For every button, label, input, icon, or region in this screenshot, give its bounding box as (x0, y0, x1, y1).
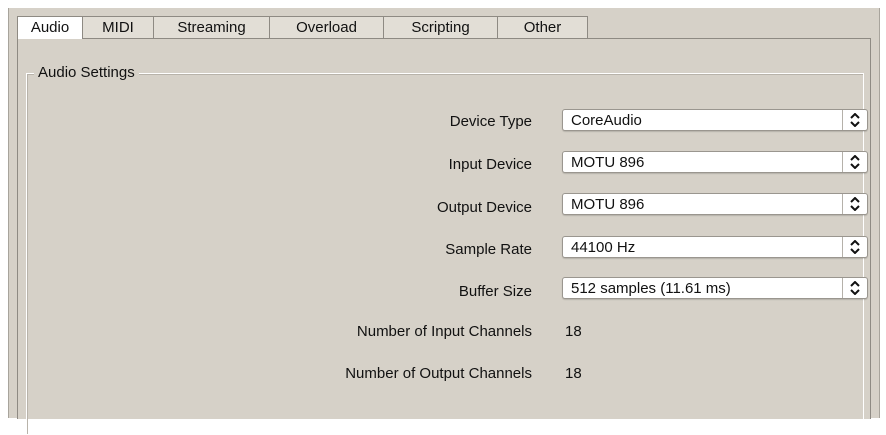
up-down-chevron-icon (842, 237, 867, 257)
tab-scripting[interactable]: Scripting (384, 17, 498, 40)
tab-midi[interactable]: MIDI (83, 17, 154, 40)
input-device-value: MOTU 896 (571, 154, 645, 171)
buffer-size-value: 512 samples (11.61 ms) (571, 280, 731, 297)
tab-streaming[interactable]: Streaming (154, 17, 270, 40)
output-device-value: MOTU 896 (571, 196, 645, 213)
audio-panel: Audio Settings Device Type CoreAudio Inp… (17, 39, 871, 435)
up-down-chevron-icon (842, 152, 867, 172)
input-channels-label: Number of Input Channels (356, 323, 532, 340)
tabs: Audio MIDI Streaming Overload Scripting … (17, 16, 588, 40)
sample-rate-value: 44100 Hz (571, 239, 636, 256)
output-device-label: Output Device (436, 199, 532, 216)
tab-overload[interactable]: Overload (270, 17, 384, 40)
up-down-chevron-icon (842, 278, 867, 298)
input-device-label: Input Device (448, 156, 532, 173)
sample-rate-label: Sample Rate (445, 241, 532, 258)
up-down-chevron-icon (842, 194, 867, 214)
up-down-chevron-icon (842, 110, 867, 130)
device-type-value: CoreAudio (571, 112, 642, 129)
group-title: Audio Settings (34, 64, 139, 81)
tab-audio[interactable]: Audio (18, 17, 83, 40)
sample-rate-select[interactable]: 44100 Hz (562, 236, 868, 258)
output-channels-value: 18 (565, 365, 582, 382)
input-device-select[interactable]: MOTU 896 (562, 151, 868, 173)
settings-window: Audio MIDI Streaming Overload Scripting … (8, 8, 880, 435)
tab-other[interactable]: Other (498, 17, 588, 40)
input-channels-value: 18 (565, 323, 582, 340)
output-channels-label: Number of Output Channels (345, 365, 532, 382)
buffer-size-label: Buffer Size (458, 283, 532, 300)
tab-bar: Audio MIDI Streaming Overload Scripting … (9, 8, 879, 40)
device-type-select[interactable]: CoreAudio (562, 109, 868, 131)
output-device-select[interactable]: MOTU 896 (562, 193, 868, 215)
buffer-size-select[interactable]: 512 samples (11.61 ms) (562, 277, 868, 299)
device-type-label: Device Type (449, 113, 532, 130)
